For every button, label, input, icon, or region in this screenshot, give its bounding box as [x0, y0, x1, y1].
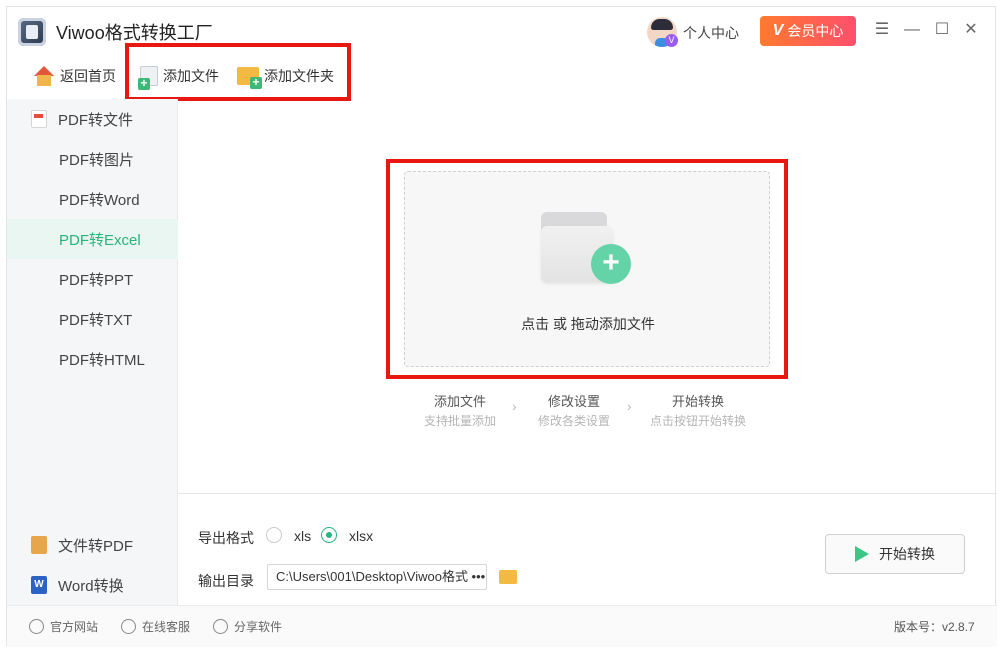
highlight-box-dropzone	[386, 159, 788, 379]
word-icon: W	[31, 576, 47, 594]
step-title: 添加文件	[433, 394, 486, 409]
step-subtitle: 点击按钮开始转换	[649, 414, 746, 428]
sidebar-item-label: PDF转Excel	[59, 231, 141, 249]
sidebar-group-word[interactable]: W Word转换	[7, 565, 178, 605]
play-icon	[855, 546, 869, 562]
footer: 官方网站 在线客服 分享软件 版本号：v2.8.7	[7, 605, 997, 647]
app-title: Viwoo格式转换工厂	[56, 23, 213, 43]
sidebar-group-file-to-pdf[interactable]: 文件转PDF	[7, 525, 178, 565]
highlight-box-toolbar	[125, 43, 351, 101]
user-badge-icon: V	[665, 34, 678, 47]
output-path-field[interactable]: C:\Users\001\Desktop\Viwoo格式 •••	[267, 564, 487, 590]
maximize-icon[interactable]: ☐	[933, 21, 951, 39]
sidebar-item-label: PDF转PPT	[59, 271, 134, 289]
sidebar-group-label: PDF转文件	[58, 111, 134, 129]
vip-center-button[interactable]: V 会员中心	[760, 16, 856, 46]
format-option-label: xls	[294, 528, 312, 544]
format-option-label: xlsx	[349, 528, 374, 544]
sidebar-item-label: PDF转Word	[59, 191, 140, 209]
step-title: 开始转换	[671, 394, 724, 409]
step-subtitle: 支持批量添加	[423, 414, 496, 428]
file-to-pdf-icon	[31, 536, 47, 554]
home-label: 返回首页	[60, 68, 116, 84]
sidebar: PDF转文件 PDF转图片 PDF转Word PDF转Excel PDF转PPT…	[7, 99, 178, 605]
support-label: 在线客服	[142, 620, 191, 634]
close-icon[interactable]: ✕	[962, 21, 980, 39]
sidebar-group-label: 文件转PDF	[58, 537, 134, 555]
sidebar-group-pdf[interactable]: PDF转文件	[7, 99, 178, 139]
sidebar-item-label: PDF转TXT	[59, 311, 133, 329]
vip-icon: V	[772, 22, 784, 39]
sidebar-item-pdf-to-txt[interactable]: PDF转TXT	[7, 299, 178, 339]
step-add-file: 添加文件 支持批量添加	[400, 391, 520, 429]
minimize-icon[interactable]: —	[903, 21, 921, 39]
support-link[interactable]: 在线客服	[121, 618, 190, 635]
sidebar-item-label: PDF转图片	[59, 151, 135, 169]
share-label: 分享软件	[234, 620, 283, 634]
sidebar-item-pdf-to-html[interactable]: PDF转HTML	[7, 339, 178, 379]
globe-icon	[29, 619, 44, 634]
website-link[interactable]: 官方网站	[29, 618, 98, 635]
vip-center-label: 会员中心	[787, 23, 844, 39]
step-subtitle: 修改各类设置	[537, 414, 610, 428]
user-center-link[interactable]: 个人中心	[683, 23, 739, 43]
step-settings: 修改设置 修改各类设置	[514, 391, 634, 429]
sidebar-item-pdf-to-image[interactable]: PDF转图片	[7, 139, 178, 179]
start-convert-button[interactable]: 开始转换	[825, 534, 965, 574]
pdf-icon	[31, 110, 47, 128]
start-convert-label: 开始转换	[879, 546, 935, 562]
home-icon	[33, 66, 55, 86]
sidebar-group-label: Word转换	[58, 577, 124, 595]
share-icon	[213, 619, 228, 634]
website-label: 官方网站	[50, 620, 99, 634]
sidebar-item-pdf-to-ppt[interactable]: PDF转PPT	[7, 259, 178, 299]
format-radio-xls[interactable]	[266, 527, 282, 543]
app-logo-icon	[18, 18, 46, 46]
home-button[interactable]: 返回首页	[33, 65, 116, 87]
folder-open-icon[interactable]	[499, 570, 517, 584]
sidebar-item-label: PDF转HTML	[59, 351, 145, 369]
step-start: 开始转换 点击按钮开始转换	[623, 391, 773, 429]
version-text: 版本号：v2.8.7	[894, 620, 975, 634]
settings-panel: 导出格式 xls xlsx 输出目录 C:\Users\001\Desktop\…	[178, 493, 997, 605]
sidebar-item-pdf-to-word[interactable]: PDF转Word	[7, 179, 178, 219]
export-format-label: 导出格式	[198, 530, 254, 546]
headset-icon	[121, 619, 136, 634]
step-title: 修改设置	[547, 394, 600, 409]
sidebar-item-pdf-to-excel[interactable]: PDF转Excel	[7, 219, 178, 259]
share-link[interactable]: 分享软件	[213, 618, 282, 635]
app-window: Viwoo格式转换工厂 V 个人中心 V 会员中心 ☰ — ☐ ✕ 返回首页 添…	[6, 6, 997, 647]
menu-icon[interactable]: ☰	[873, 21, 891, 39]
format-radio-xlsx[interactable]	[321, 527, 337, 543]
output-dir-label: 输出目录	[198, 573, 254, 589]
